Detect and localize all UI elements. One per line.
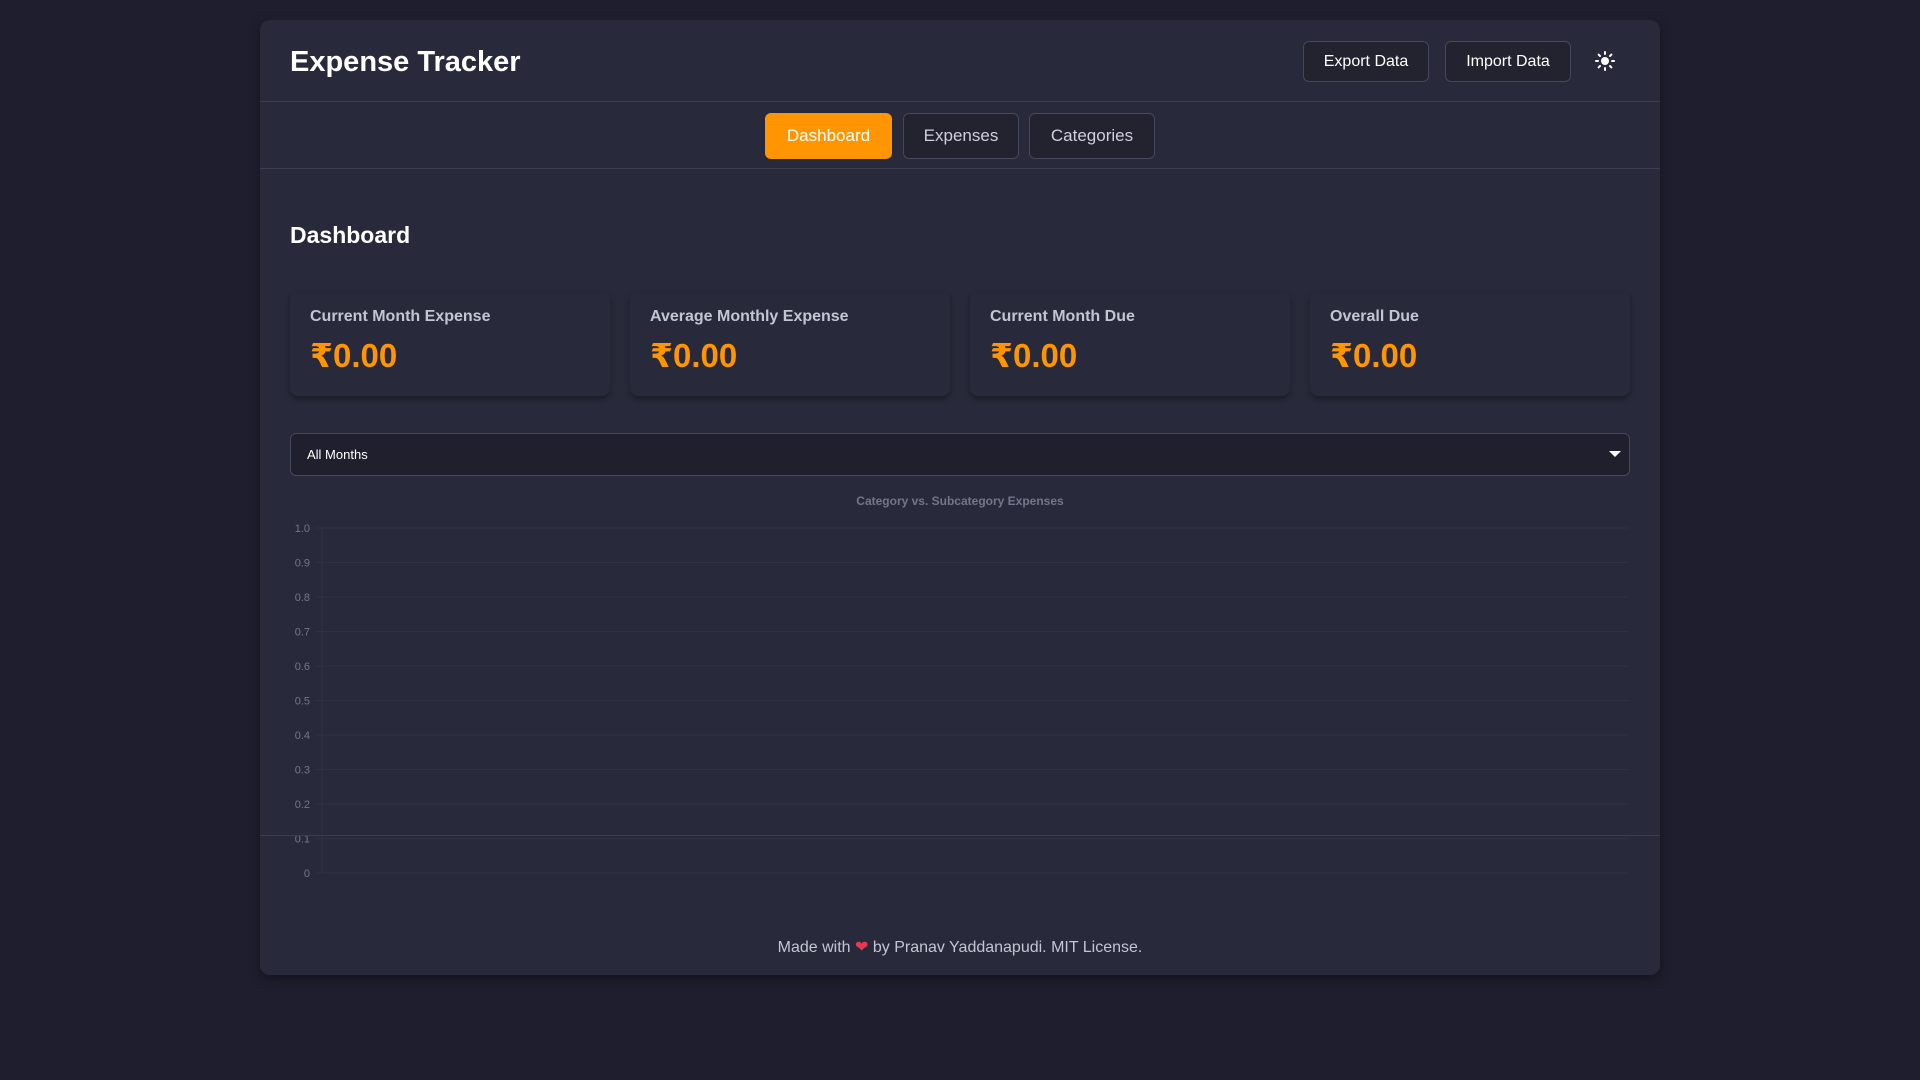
card-label: Current Month Due (990, 308, 1135, 325)
tab-expenses[interactable]: Expenses (903, 113, 1019, 159)
expense-chart: 00.10.20.30.40.50.60.70.80.91.0 (295, 523, 1628, 880)
chart-title: Category vs. Subcategory Expenses (856, 494, 1064, 508)
y-tick-label: 0.2 (295, 799, 310, 811)
tab-dashboard[interactable]: Dashboard (765, 113, 892, 159)
y-tick-label: 0.8 (295, 592, 310, 604)
card-value: ₹0.00 (310, 337, 398, 374)
footer-suffix: by Pranav Yaddanapudi. MIT License. (872, 939, 1143, 956)
export-data-button[interactable]: Export Data (1303, 41, 1429, 82)
sun-icon (1595, 51, 1615, 71)
card-value: ₹0.00 (990, 337, 1078, 374)
card-label: Current Month Expense (310, 308, 491, 325)
divider (260, 835, 1660, 836)
overall-due-card: Overall Due ₹0.00 (1310, 292, 1630, 396)
card-label: Overall Due (1330, 308, 1419, 325)
average-monthly-expense-card: Average Monthly Expense ₹0.00 (630, 292, 950, 396)
caret-down-icon (1609, 451, 1621, 457)
import-data-button[interactable]: Import Data (1445, 41, 1571, 82)
month-filter-value: All Months (307, 447, 368, 462)
card-value: ₹0.00 (1330, 337, 1418, 374)
footer: Made with ❤ by Pranav Yaddanapudi. MIT L… (260, 937, 1660, 957)
footer-prefix: Made with (777, 939, 851, 956)
y-tick-label: 0.7 (295, 627, 310, 639)
app-title: Expense Tracker (290, 46, 521, 78)
heart-icon: ❤ (855, 939, 869, 956)
y-tick-label: 1.0 (295, 523, 310, 535)
card-value: ₹0.00 (650, 337, 738, 374)
current-month-expense-card: Current Month Expense ₹0.00 (290, 292, 610, 396)
page-title: Dashboard (290, 222, 411, 248)
app-container: Expense Tracker Export Data Import Data … (260, 20, 1660, 975)
current-month-due-card: Current Month Due ₹0.00 (970, 292, 1290, 396)
main-nav: Dashboard Expenses Categories (260, 102, 1660, 169)
y-tick-label: 0.6 (295, 661, 310, 673)
y-tick-label: 0.4 (295, 730, 310, 742)
y-tick-label: 0.5 (295, 696, 310, 708)
month-filter-select[interactable]: All Months (290, 433, 1630, 476)
theme-toggle-button[interactable] (1590, 46, 1620, 76)
header: Expense Tracker Export Data Import Data (260, 20, 1660, 102)
y-tick-label: 0 (304, 868, 310, 880)
y-tick-label: 0.3 (295, 765, 310, 777)
tab-categories[interactable]: Categories (1029, 113, 1155, 159)
y-tick-label: 0.9 (295, 558, 310, 570)
card-label: Average Monthly Expense (650, 308, 849, 325)
